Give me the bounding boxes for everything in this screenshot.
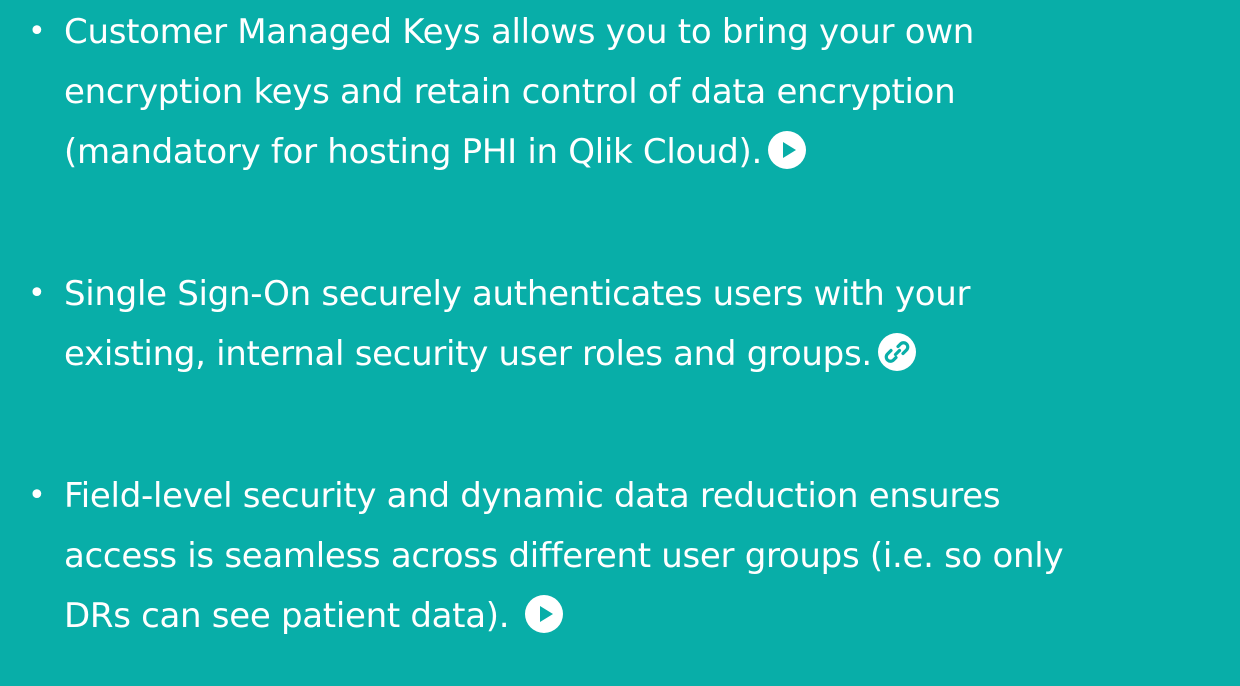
bullet-text-line: access is seamless across different user… — [64, 536, 1064, 576]
bullet-text-segment: existing, internal security user roles a… — [64, 334, 872, 374]
bullet-text-line: Single Sign-On securely authenticates us… — [64, 274, 971, 314]
bullet-text-segment: (mandatory for hosting PHI in Qlik Cloud… — [64, 132, 763, 172]
play-icon[interactable] — [768, 131, 807, 169]
bullet-text-line: existing, internal security user roles a… — [64, 324, 1240, 384]
bullet-text-line: (mandatory for hosting PHI in Qlik Cloud… — [64, 122, 1240, 182]
bullet-text-line: Field-level security and dynamic data re… — [64, 476, 1001, 516]
bullet-text-segment: DRs can see patient data). — [64, 596, 510, 636]
link-icon[interactable] — [877, 333, 916, 371]
bullet-text-line: Customer Managed Keys allows you to brin… — [64, 12, 975, 52]
bullet-text-line: encryption keys and retain control of da… — [64, 72, 956, 112]
slide: • Customer Managed Keys allows you to br… — [0, 0, 1240, 686]
bullet-dot: • — [28, 14, 46, 49]
bullet-single-sign-on: • Single Sign-On securely authenticates … — [0, 264, 1240, 384]
bullet-list: • Customer Managed Keys allows you to br… — [0, 2, 1240, 646]
bullet-dot: • — [28, 478, 46, 513]
bullet-text-line: DRs can see patient data). — [64, 586, 1240, 646]
bullet-field-level-security: • Field-level security and dynamic data … — [0, 466, 1240, 646]
bullet-dot: • — [28, 276, 46, 311]
play-icon[interactable] — [525, 595, 564, 633]
bullet-customer-managed-keys: • Customer Managed Keys allows you to br… — [0, 2, 1240, 182]
